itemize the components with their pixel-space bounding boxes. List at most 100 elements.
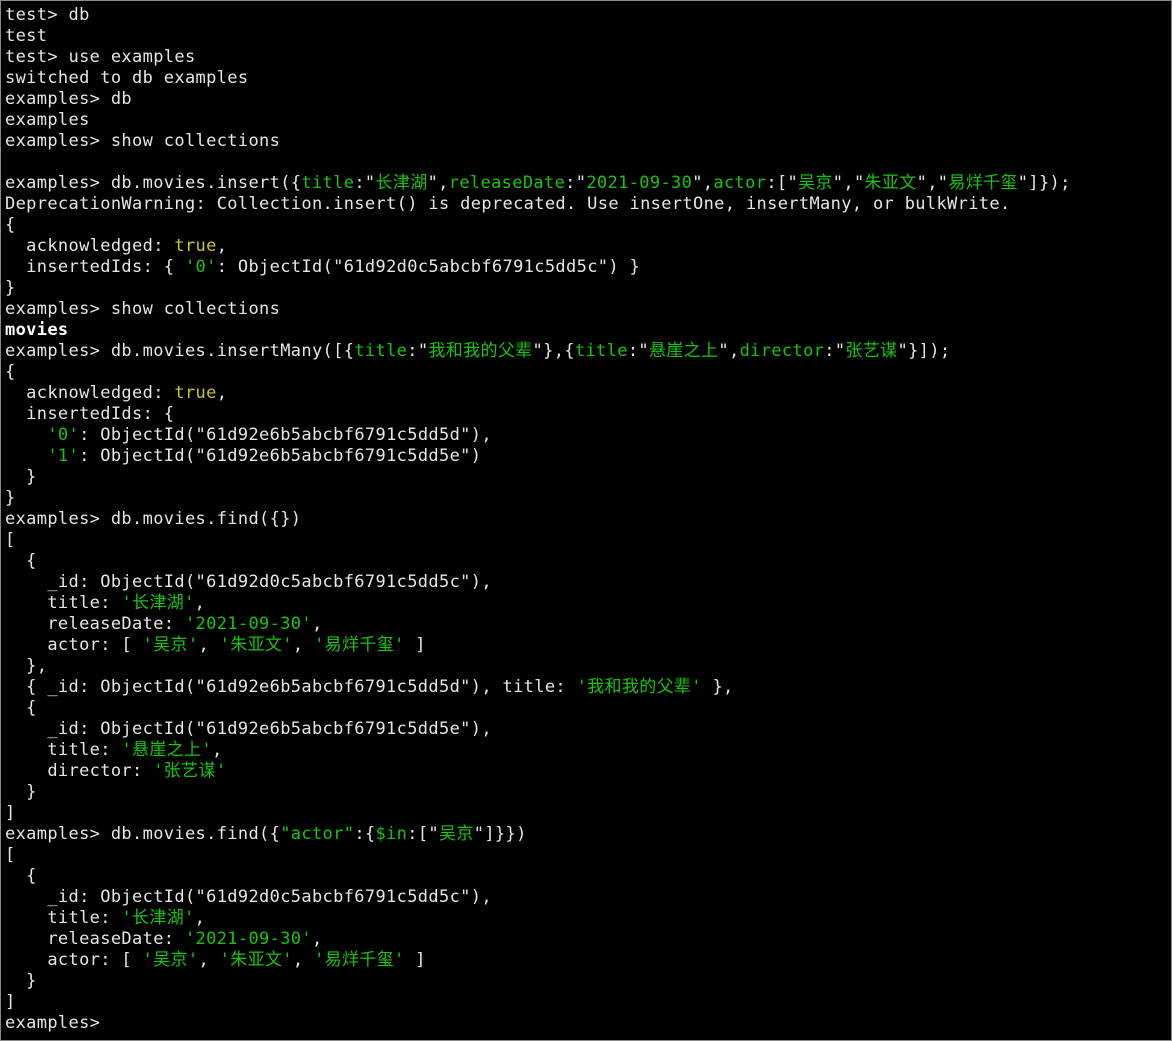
- output-line: }: [5, 782, 1171, 803]
- output-line: examples> db.movies.find({}): [5, 509, 1171, 530]
- text-segment: title: [354, 341, 408, 361]
- output-line: }: [5, 278, 1171, 299]
- text-segment: examples> db.movies.insert({: [5, 173, 302, 193]
- text-segment: },: [5, 656, 48, 676]
- text-segment: '我和我的父辈': [576, 677, 702, 697]
- text-segment: ,: [292, 635, 315, 655]
- text-segment: ]: [404, 950, 426, 970]
- text-segment: :": [627, 341, 649, 361]
- text-segment: : ObjectId("61d92d0c5abcbf6791c5dd5c") }: [216, 257, 641, 277]
- output-line: director: '张艺谋': [5, 761, 1171, 782]
- text-segment: {: [5, 698, 37, 718]
- text-segment: title:: [5, 740, 122, 760]
- output-line: examples> db.movies.find({"actor":{$in:[…: [5, 824, 1171, 845]
- text-segment: '吴京': [142, 950, 199, 970]
- text-segment: examples> db.movies.find({}): [5, 509, 302, 529]
- text-segment: test> use examples: [5, 47, 196, 67]
- text-segment: "},{: [532, 341, 575, 361]
- output-line: _id: ObjectId("61d92e6b5abcbf6791c5dd5e"…: [5, 719, 1171, 740]
- text-segment: ,: [212, 740, 223, 760]
- text-segment: [5, 425, 47, 445]
- text-segment: { _id: ObjectId("61d92e6b5abcbf6791c5dd5…: [5, 677, 577, 697]
- text-segment: :": [407, 341, 429, 361]
- text-segment: : ObjectId("61d92e6b5abcbf6791c5dd5e"): [79, 446, 482, 466]
- text-segment: {: [5, 551, 37, 571]
- output-line: '0': ObjectId("61d92e6b5abcbf6791c5dd5d"…: [5, 425, 1171, 446]
- text-segment: [: [5, 845, 16, 865]
- output-line: examples> show collections: [5, 131, 1171, 152]
- output-line: actor: [ '吴京', '朱亚文', '易烊千玺' ]: [5, 950, 1171, 971]
- text-segment: ]: [404, 635, 426, 655]
- text-segment: ,: [194, 593, 206, 613]
- text-segment: ]: [5, 803, 16, 823]
- text-segment: [5, 446, 47, 466]
- text-segment: '0': [47, 425, 80, 445]
- text-segment: releaseDate: [448, 173, 566, 193]
- output-line: insertedIds: {: [5, 404, 1171, 425]
- text-segment: ",: [718, 341, 740, 361]
- output-line: test: [5, 26, 1171, 47]
- text-segment: examples> db: [5, 89, 133, 109]
- text-segment: director: [739, 341, 825, 361]
- text-segment: '朱亚文': [219, 950, 293, 970]
- text-segment: 易烊千玺: [948, 173, 1018, 193]
- text-segment: ,: [216, 236, 228, 256]
- text-segment: ,: [194, 908, 206, 928]
- text-segment: insertedIds: {: [5, 404, 175, 424]
- text-segment: examples: [5, 110, 90, 130]
- text-segment: :[": [766, 173, 799, 193]
- text-segment: 吴京: [439, 824, 474, 844]
- text-segment: ,: [311, 614, 323, 634]
- text-segment: "]}}): [473, 824, 527, 844]
- output-line: examples> db.movies.insert({title:"长津湖",…: [5, 173, 1171, 194]
- output-line: }: [5, 971, 1171, 992]
- text-segment: '朱亚文': [219, 635, 293, 655]
- text-segment: 我和我的父辈: [428, 341, 533, 361]
- output-line: movies: [5, 320, 1171, 341]
- text-segment: "]});: [1017, 173, 1071, 193]
- output-line: DeprecationWarning: Collection.insert() …: [5, 194, 1171, 215]
- text-segment: 2021-09-30: [586, 173, 693, 193]
- text-segment: :{: [354, 824, 376, 844]
- terminal-window[interactable]: test> db test test> use examples switched t…: [0, 0, 1172, 1041]
- text-segment: DeprecationWarning: Collection.insert() …: [5, 194, 1011, 214]
- output-line: [: [5, 845, 1171, 866]
- text-segment: ",: [692, 173, 714, 193]
- text-segment: _id: ObjectId("61d92d0c5abcbf6791c5dd5c"…: [5, 572, 492, 592]
- text-segment: '2021-09-30': [184, 614, 312, 634]
- output-line: title: '长津湖',: [5, 593, 1171, 614]
- prompt-line[interactable]: examples>: [5, 1013, 1171, 1034]
- output-line: examples> db: [5, 89, 1171, 110]
- text-segment: {: [5, 866, 37, 886]
- text-segment: '张艺谋': [153, 761, 227, 781]
- output-line: {: [5, 551, 1171, 572]
- text-segment: examples> show collections: [5, 131, 281, 151]
- text-segment: '易烊千玺': [314, 950, 405, 970]
- text-segment: ,: [198, 635, 220, 655]
- output-line: {: [5, 698, 1171, 719]
- text-segment: }: [5, 488, 16, 508]
- text-segment: '0': [184, 257, 217, 277]
- text-segment: true: [174, 236, 217, 256]
- output-line: acknowledged: true,: [5, 236, 1171, 257]
- text-segment: ",": [916, 173, 949, 193]
- output-line: '1': ObjectId("61d92e6b5abcbf6791c5dd5e"…: [5, 446, 1171, 467]
- text-segment: actor: [: [5, 635, 143, 655]
- text-segment: movies: [5, 320, 69, 340]
- text-segment: '吴京': [142, 635, 199, 655]
- text-segment: }: [5, 278, 16, 298]
- text-segment: }: [5, 782, 37, 802]
- text-segment: director:: [5, 761, 154, 781]
- output-line: title: '悬崖之上',: [5, 740, 1171, 761]
- text-segment: test: [5, 26, 48, 46]
- output-line: examples> show collections: [5, 299, 1171, 320]
- text-segment: '2021-09-30': [184, 929, 312, 949]
- text-segment: ,: [311, 929, 323, 949]
- output-line: test> db: [5, 5, 1171, 26]
- text-segment: examples> show collections: [5, 299, 281, 319]
- output-line: actor: [ '吴京', '朱亚文', '易烊千玺' ]: [5, 635, 1171, 656]
- text-segment: actor: [713, 173, 767, 193]
- text-segment: 张艺谋: [845, 341, 898, 361]
- text-segment: insertedIds: {: [5, 257, 185, 277]
